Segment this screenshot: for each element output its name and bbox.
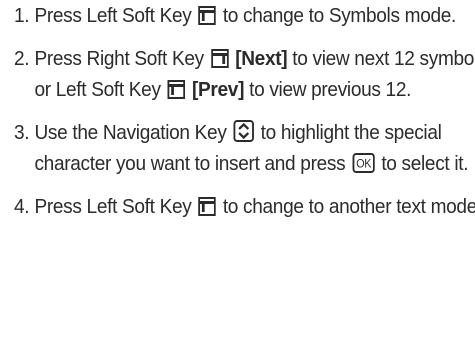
step-4-text-before: Press Left Soft Key: [34, 195, 192, 218]
step-2-text-1: Press Right Soft Key: [34, 47, 204, 70]
step-2-number: 2.: [14, 47, 30, 70]
step-2: 2. Press Right Soft Key [Next] to view n…: [14, 43, 475, 105]
step-2-prev-label: [Prev]: [192, 78, 245, 101]
step-3-text-3: to select it.: [381, 152, 469, 175]
step-2-text-3: to view previous 12.: [249, 78, 412, 101]
left-soft-key-icon: [198, 6, 216, 25]
step-1: 1. Press Left Soft Key to change to Symb…: [14, 0, 475, 31]
step-4-text-after: to change to another text mode.: [222, 195, 475, 218]
step-4-number: 4.: [14, 195, 30, 218]
step-3-number: 3.: [14, 121, 30, 144]
instruction-list: 1. Press Left Soft Key to change to Symb…: [14, 0, 475, 222]
right-soft-key-icon: [210, 49, 229, 68]
step-1-text-after: to change to Symbols mode.: [222, 4, 456, 27]
ok-key-icon: OK: [352, 153, 375, 173]
step-2-next-label: [Next]: [235, 47, 288, 70]
step-3: 3. Use the Navigation Key to highlight t…: [14, 117, 475, 179]
ok-key-label: OK: [356, 158, 372, 170]
left-soft-key-icon: [167, 80, 186, 99]
step-3-text-1: Use the Navigation Key: [34, 121, 227, 144]
step-1-number: 1.: [14, 4, 30, 27]
left-soft-key-icon: [198, 197, 216, 216]
step-1-text-before: Press Left Soft Key: [34, 4, 192, 27]
step-4: 4. Press Left Soft Key to change to anot…: [14, 191, 475, 222]
navigation-key-icon: [233, 120, 254, 142]
